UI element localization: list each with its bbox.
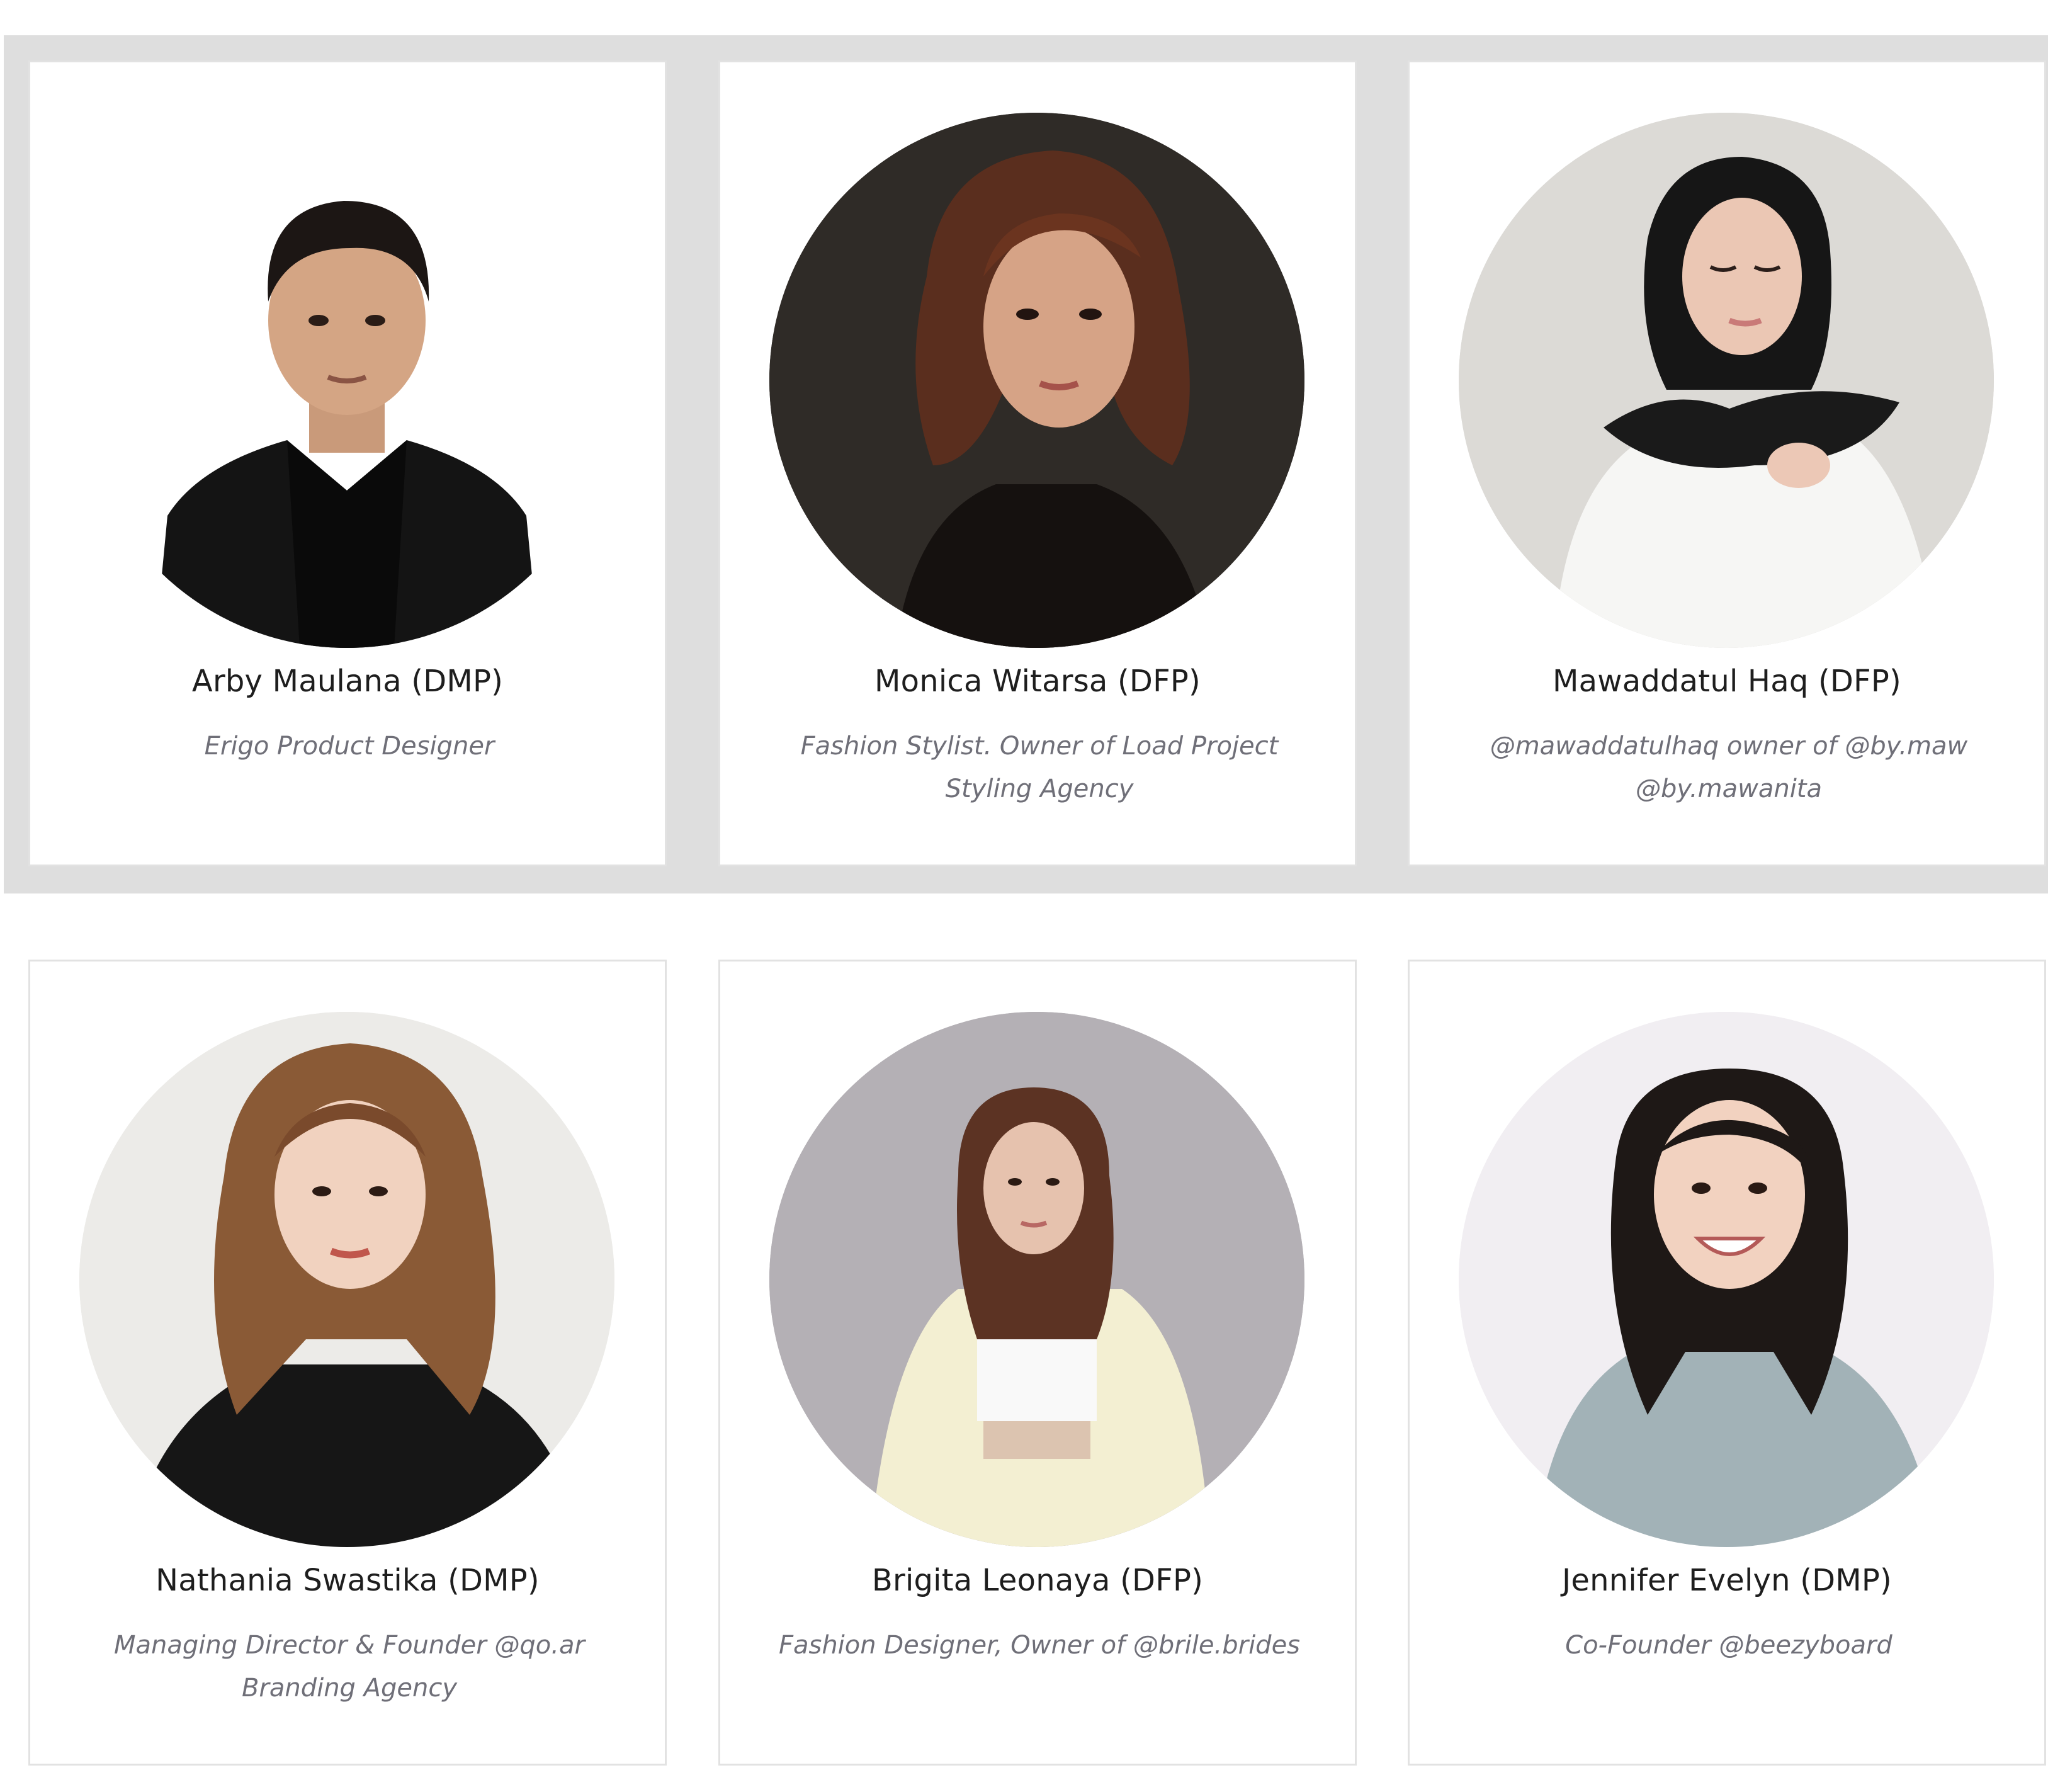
avatar-photo [1459,113,1994,648]
avatar-photo [769,113,1304,648]
member-role: Managing Director & Founder @qo.ar Brand… [114,1631,585,1703]
team-card-arby-maulana: Arby Maulana (DMP) Erigo Product Designe… [28,60,667,866]
member-role: Fashion Designer, Owner of @brile.brides [778,1631,1301,1660]
member-role: @mawaddatulhaq owner of @by.maw @by.mawa… [1490,732,1968,803]
team-card-mawaddatul-haq: Mawaddatul Haq (DFP) @mawaddatulhaq owne… [1408,60,2046,866]
member-name: Brigita Leonaya (DFP) [871,1563,1204,1598]
member-name: Nathania Swastika (DMP) [156,1563,540,1598]
member-name: Monica Witarsa (DFP) [874,664,1201,699]
avatar-photo [79,1012,614,1547]
member-name: Jennifer Evelyn (DMP) [1562,1563,1892,1598]
avatar-photo [1459,1012,1994,1547]
member-name: Arby Maulana (DMP) [191,664,504,699]
member-role: Fashion Stylist. Owner of Load Project S… [800,732,1279,803]
avatar-photo [769,1012,1304,1547]
member-role: Co-Founder @beezyboard [1565,1631,1892,1660]
team-card-brigita-leonaya: Brigita Leonaya (DFP) Fashion Designer, … [718,960,1357,1766]
team-card-monica-witarsa: Monica Witarsa (DFP) Fashion Stylist. Ow… [718,60,1357,866]
team-card-jennifer-evelyn: Jennifer Evelyn (DMP) Co-Founder @beezyb… [1408,960,2046,1766]
member-role: Erigo Product Designer [204,732,495,761]
avatar-photo [79,113,614,648]
member-name: Mawaddatul Haq (DFP) [1553,664,1901,699]
team-card-nathania-swastika: Nathania Swastika (DMP) Managing Directo… [28,960,667,1766]
